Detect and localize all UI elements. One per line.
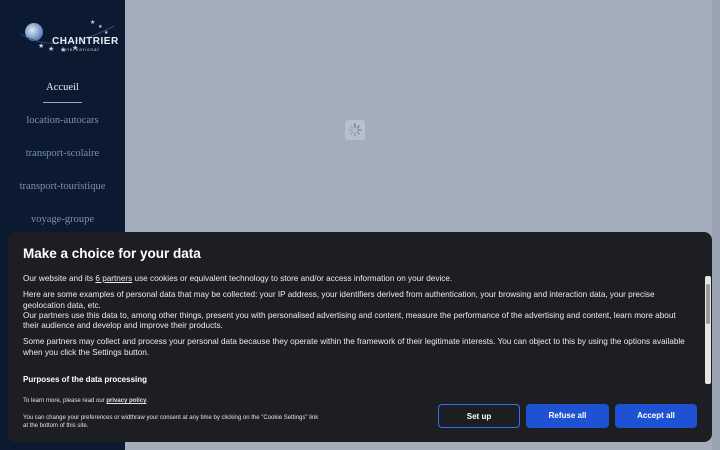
cookie-text: Some partners may collect and process yo…: [23, 337, 685, 357]
learn-more-text: To learn more, please read our privacy p…: [23, 398, 148, 404]
scrollbar-thumb[interactable]: [706, 284, 710, 324]
cookie-text: .: [146, 398, 149, 404]
chaintrier-logo[interactable]: ★ ★ ★ ★ ★ ★ ★ CHAINTRIER international: [18, 12, 118, 62]
logo-name: CHAINTRIER: [52, 36, 119, 47]
loading-spinner-icon: [345, 120, 365, 140]
nav-label: Accueil: [43, 78, 82, 103]
cookie-body: Our website and its 6 partners use cooki…: [23, 274, 693, 364]
privacy-policy-link[interactable]: privacy policy: [106, 398, 146, 404]
cookie-consent-banner: Make a choice for your data Our website …: [8, 232, 712, 442]
cookie-text: Our website and its: [23, 274, 96, 283]
change-preferences-text: You can change your preferences or width…: [23, 415, 319, 429]
logo-subtitle: international: [62, 47, 100, 52]
page-scrollbar[interactable]: [712, 0, 720, 450]
nav-item-accueil[interactable]: Accueil: [0, 78, 125, 111]
banner-scrollbar[interactable]: [705, 276, 711, 384]
main-nav: Accueil location-autocars transport-scol…: [0, 78, 125, 243]
set-up-button[interactable]: Set up: [438, 404, 520, 428]
refuse-all-button[interactable]: Refuse all: [526, 404, 609, 428]
purposes-toggle[interactable]: Purposes of the data processing: [23, 375, 147, 384]
nav-item-transport-touristique[interactable]: transport-touristique: [0, 177, 125, 210]
cookie-title: Make a choice for your data: [23, 246, 201, 261]
nav-item-location-autocars[interactable]: location-autocars: [0, 111, 125, 144]
accept-all-button[interactable]: Accept all: [615, 404, 697, 428]
svg-text:★: ★: [38, 42, 44, 50]
svg-text:★: ★: [90, 19, 95, 26]
cookie-text: Our partners use this data to, among oth…: [23, 310, 676, 331]
partners-link[interactable]: 6 partners: [95, 274, 132, 283]
nav-item-transport-scolaire[interactable]: transport-scolaire: [0, 144, 125, 177]
cookie-text: Here are some examples of personal data …: [23, 290, 655, 310]
cookie-text: use cookies or equivalent technology to …: [132, 274, 453, 283]
svg-text:★: ★: [98, 24, 103, 30]
cookie-text: To learn more, please read our: [23, 398, 107, 404]
